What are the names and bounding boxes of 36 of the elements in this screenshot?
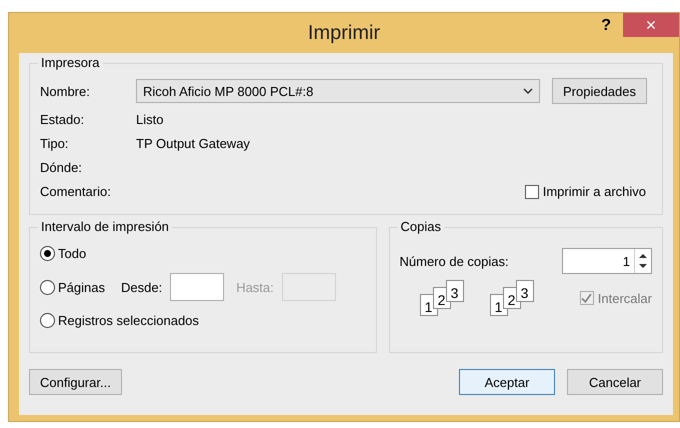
radio-button[interactable] xyxy=(40,280,55,294)
dialog-button[interactable]: Configurar... xyxy=(29,369,122,395)
field-label: Tipo: xyxy=(40,136,70,151)
input-field[interactable] xyxy=(170,273,224,301)
checkbox-label: Imprimir a archivo xyxy=(542,184,646,199)
page-icon: 3 xyxy=(446,280,464,302)
checkbox-label: Intercalar xyxy=(598,290,652,306)
field-label: Comentario: xyxy=(40,184,112,199)
dialog-button[interactable]: Cancelar xyxy=(567,369,663,395)
group-legend: Impresora xyxy=(38,55,103,70)
help-button[interactable]: ? xyxy=(601,17,611,35)
field-value: TP Output Gateway xyxy=(136,136,250,151)
field-label: Desde: xyxy=(120,280,162,294)
field-label: Número de copias: xyxy=(400,254,509,268)
close-button[interactable]: × xyxy=(623,13,679,37)
dialog-button[interactable]: Aceptar xyxy=(459,369,555,395)
radio-label: Registros seleccionados xyxy=(58,313,199,328)
group-legend: Intervalo de impresión xyxy=(38,219,172,234)
field-label: Nombre: xyxy=(40,84,91,98)
copies-spinner[interactable]: 1 xyxy=(562,248,652,274)
field-label: Dónde: xyxy=(40,160,83,175)
window-title: Imprimir xyxy=(308,22,380,44)
printer-dropdown[interactable]: Ricoh Aficio MP 8000 PCL#:8 xyxy=(136,79,540,103)
input-field[interactable] xyxy=(282,273,336,301)
field-label: Hasta: xyxy=(236,280,274,294)
field-value: Listo xyxy=(136,112,164,127)
radio-button[interactable] xyxy=(40,246,55,261)
checkbox[interactable] xyxy=(524,184,539,198)
group-legend: Copias xyxy=(398,219,444,234)
radio-label: Todo xyxy=(58,246,86,261)
radio-label: Páginas xyxy=(58,280,105,294)
chevron-down-icon xyxy=(523,88,533,94)
radio-button[interactable] xyxy=(40,313,55,328)
field-label: Estado: xyxy=(40,112,86,127)
page-icon: 3 xyxy=(516,280,534,302)
properties-button[interactable]: Propiedades xyxy=(552,78,647,104)
